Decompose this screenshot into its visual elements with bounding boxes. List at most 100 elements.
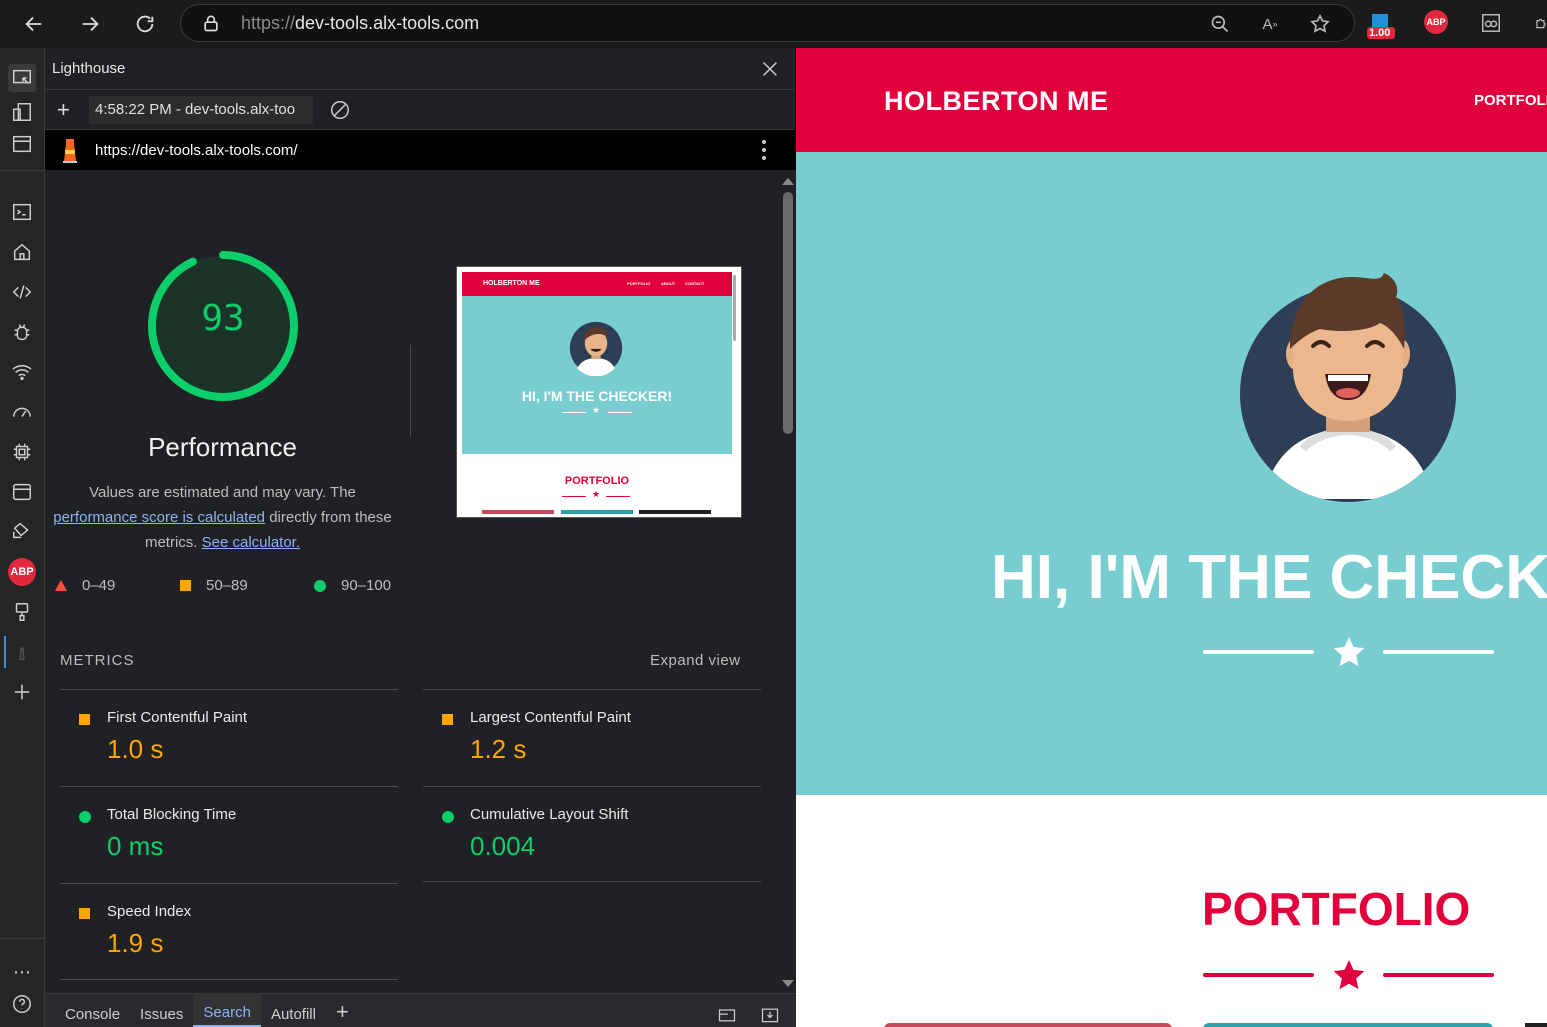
hero-section: HI, I'M THE CHECKER! (796, 152, 1547, 795)
adblock-panel-icon[interactable]: ABP (8, 558, 36, 586)
legend-average: 50–89 (180, 577, 248, 594)
paint-brush-icon[interactable] (8, 598, 36, 626)
adblock-extension-button[interactable]: ABP (1424, 10, 1448, 34)
extensions-button[interactable] (1534, 12, 1547, 34)
legend-pass: 90–100 (314, 577, 391, 594)
reading-view-button[interactable] (1480, 12, 1502, 34)
close-icon[interactable] (759, 58, 781, 80)
metric-lcp: Largest Contentful Paint 1.2 s (423, 689, 761, 786)
metric-value: 1.9 s (107, 928, 164, 958)
arrow-left-icon (25, 16, 42, 32)
hero-title: HI, I'M THE CHECKER! (991, 543, 1547, 612)
zoom-out-icon[interactable] (1208, 12, 1232, 36)
thumb-link-contact: CONTACT (685, 281, 705, 286)
console-icon[interactable] (8, 198, 36, 226)
reader-icon (1482, 14, 1500, 32)
metric-value: 1.2 s (470, 734, 527, 764)
lighthouse-icon[interactable] (4, 636, 36, 668)
network-wifi-icon[interactable] (8, 358, 36, 386)
metric-si: Speed Index 1.9 s (60, 883, 398, 980)
report-scrollbar[interactable] (778, 170, 796, 993)
refresh-button[interactable] (127, 6, 163, 42)
favorite-star-icon[interactable] (1308, 12, 1332, 36)
hero-divider-left (1203, 650, 1314, 654)
legend-fail-label: 0–49 (82, 577, 116, 594)
inspect-tool-icon[interactable] (8, 64, 36, 92)
thumb-star-icon: ★ (592, 405, 601, 415)
css-overview-icon[interactable] (8, 516, 36, 544)
orange-square-icon (79, 908, 90, 919)
address-url: https://dev-tools.alx-tools.com (241, 12, 480, 33)
panel-header: Lighthouse (45, 48, 795, 90)
extension-badge: 1.00 (1369, 27, 1391, 39)
metric-name: Largest Contentful Paint (470, 709, 631, 726)
scroll-up-arrow-icon[interactable] (782, 178, 794, 185)
nav-link-portfolio[interactable]: PORTFOLIO (1474, 92, 1547, 109)
thumb-brand: HOLBERTON ME (483, 280, 540, 287)
orange-square-icon (79, 714, 90, 725)
browser-toolbar: https://dev-tools.alx-tools.com A» 1.00 … (0, 0, 1547, 48)
add-drawer-tab-button[interactable]: + (326, 993, 359, 1027)
portfolio-card[interactable] (1203, 1023, 1493, 1027)
memory-chip-icon[interactable] (8, 438, 36, 466)
drawer-tabbar: Console Issues Search Autofill + (45, 993, 796, 1027)
kebab-menu-icon[interactable] (761, 138, 767, 162)
legend-pass-label: 90–100 (341, 577, 392, 594)
audited-url: https://dev-tools.alx-tools.com/ (95, 141, 298, 159)
more-tools-icon[interactable]: ⋯ (8, 958, 36, 986)
metric-name: Cumulative Layout Shift (470, 806, 629, 823)
address-bar[interactable]: https://dev-tools.alx-tools.com A» (180, 4, 1355, 42)
report-content[interactable]: 93 Performance Values are estimated and … (45, 170, 778, 993)
clear-reports-icon[interactable] (329, 99, 351, 121)
tab-search[interactable]: Search (193, 993, 261, 1027)
device-emulation-icon[interactable] (8, 98, 36, 126)
thumb-nav: HOLBERTON ME PORTFOLIO ABOUT CONTACT (462, 272, 732, 296)
thumb-link-about: ABOUT (661, 281, 676, 286)
expand-view-button[interactable]: Expand view (650, 652, 741, 669)
arrow-right-icon (82, 16, 99, 32)
green-circle-icon (442, 811, 454, 823)
performance-gauge-icon[interactable] (8, 398, 36, 426)
tab-console[interactable]: Console (55, 993, 130, 1027)
tab-issues[interactable]: Issues (130, 993, 193, 1027)
panel-title: Lighthouse (52, 60, 126, 77)
site-brand[interactable]: HOLBERTON ME (884, 86, 1109, 117)
new-report-button[interactable]: + (57, 97, 77, 123)
thumb-portfolio-title: PORTFOLIO (564, 475, 630, 487)
portfolio-card[interactable] (884, 1023, 1172, 1027)
avatar-illustration (1240, 273, 1456, 502)
tab-autofill[interactable]: Autofill (261, 993, 326, 1027)
scroll-down-arrow-icon[interactable] (782, 980, 794, 987)
webpage-viewport[interactable]: HOLBERTON ME PORTFOLIO HI, I'M THE CHECK… (796, 48, 1547, 1027)
elements-icon[interactable] (8, 278, 36, 306)
metric-name: Total Blocking Time (107, 806, 237, 823)
application-icon[interactable] (8, 478, 36, 506)
report-toolbar: + 4:58:22 PM - dev-tools.alx-too (45, 90, 795, 130)
extension-meter-button[interactable]: 1.00 (1366, 10, 1396, 40)
score-calculated-link[interactable]: performance score is calculated (53, 509, 265, 526)
puzzle-icon (1536, 19, 1546, 29)
portfolio-card[interactable] (1525, 1023, 1547, 1027)
welcome-home-icon[interactable] (8, 238, 36, 266)
report-selector[interactable]: 4:58:22 PM - dev-tools.alx-too (89, 95, 313, 124)
dock-icon[interactable] (8, 130, 36, 158)
help-icon[interactable] (8, 990, 36, 1018)
read-aloud-icon[interactable]: A» (1258, 12, 1282, 36)
final-screenshot-thumbnail[interactable]: HOLBERTON ME PORTFOLIO ABOUT CONTACT HI,… (456, 266, 742, 518)
portfolio-divider-left (1203, 973, 1314, 977)
legend-average-label: 50–89 (206, 577, 248, 594)
undock-drawer-icon[interactable] (760, 1005, 780, 1025)
site-navbar: HOLBERTON ME PORTFOLIO (796, 48, 1547, 152)
back-button[interactable] (16, 6, 52, 42)
thumb-red-star-icon: ★ (592, 489, 601, 499)
red-triangle-icon (55, 580, 67, 591)
sources-bug-icon[interactable] (8, 318, 36, 346)
scroll-thumb[interactable] (783, 192, 793, 434)
dock-to-side-icon[interactable] (717, 1005, 737, 1025)
see-calculator-link[interactable]: See calculator. (202, 534, 300, 551)
metric-value: 0.004 (470, 831, 536, 861)
forward-button[interactable] (72, 6, 108, 42)
performance-score: 93 (201, 298, 245, 339)
add-tool-icon[interactable] (8, 678, 36, 706)
thumb-link-portfolio: PORTFOLIO (627, 281, 651, 286)
